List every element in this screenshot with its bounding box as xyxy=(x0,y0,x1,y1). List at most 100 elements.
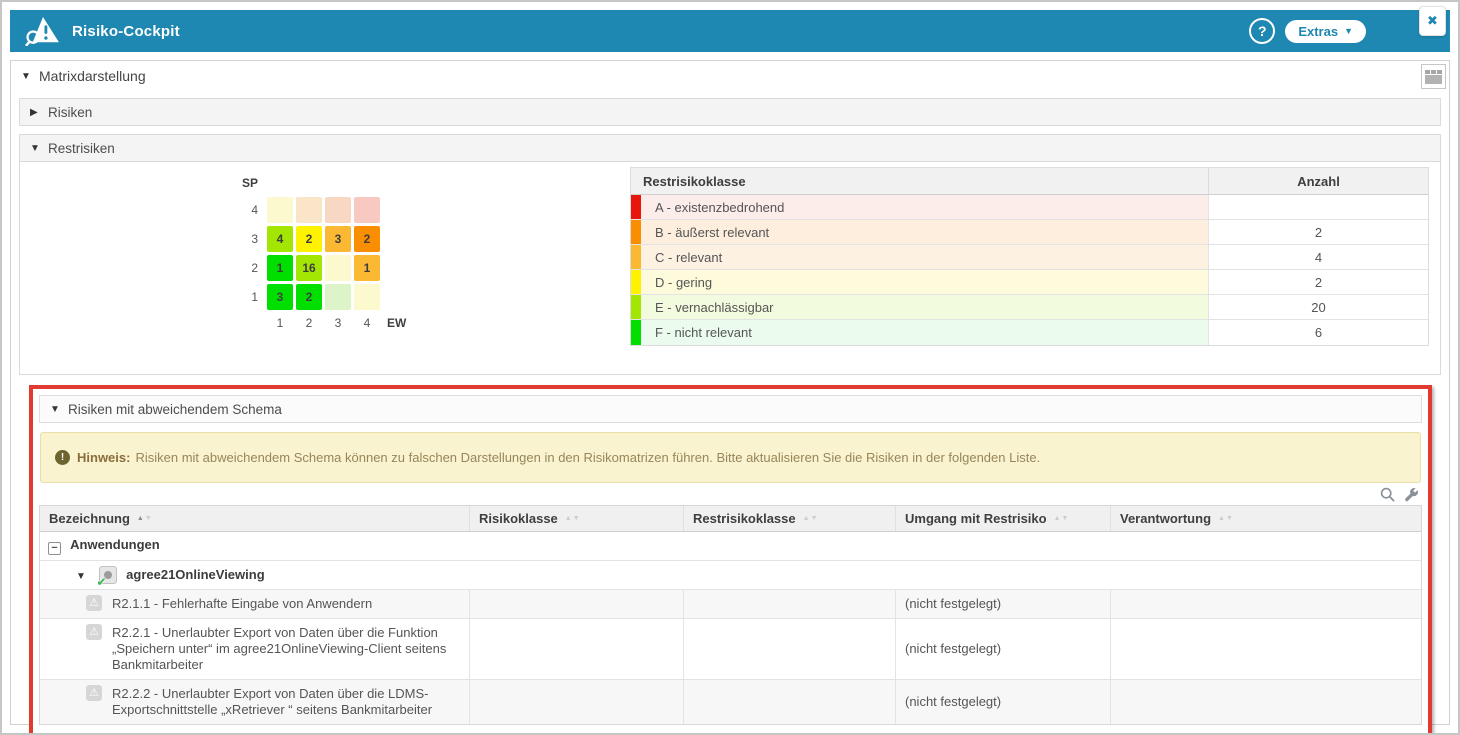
expand-triangle-icon: ▶ xyxy=(30,107,40,118)
hint-text: Risiken mit abweichendem Schema können z… xyxy=(135,450,1040,465)
risikoklasse-value xyxy=(469,590,683,618)
x-tick: 3 xyxy=(325,316,351,330)
subgroup-label: agree21OnlineViewing xyxy=(126,567,264,582)
app-window: Risiko-Cockpit ? Extras ▼ ✖ ▼ Matrixdars… xyxy=(0,0,1460,735)
restrisikoklasse-table: Restrisikoklasse Anzahl A - existenzbedr… xyxy=(630,167,1429,346)
matrix-cell xyxy=(325,197,351,223)
section-header-restrisiken[interactable]: ▼ Restrisiken xyxy=(19,134,1441,162)
hint-label: Hinweis: xyxy=(77,450,130,465)
matrix-cell[interactable]: 2 xyxy=(296,226,322,252)
risikoklasse-value xyxy=(469,619,683,679)
collapse-triangle-icon[interactable]: ▼ xyxy=(76,571,86,582)
close-button[interactable]: ✖ xyxy=(1419,6,1446,36)
matrix-layout-button[interactable] xyxy=(1421,64,1446,89)
section-header-abweichendes-schema[interactable]: ▼ Risiken mit abweichendem Schema xyxy=(39,395,1422,423)
hint-banner: ! Hinweis: Risiken mit abweichendem Sche… xyxy=(40,432,1421,483)
section-label: Restrisiken xyxy=(48,141,115,156)
class-count: 4 xyxy=(1208,245,1428,269)
class-label: B - äußerst relevant xyxy=(641,220,1208,244)
help-button[interactable]: ? xyxy=(1249,18,1275,44)
section-header-risiken[interactable]: ▶ Risiken xyxy=(19,98,1441,126)
matrix-grid-icon xyxy=(1425,70,1442,84)
caret-down-icon: ▼ xyxy=(1344,26,1353,36)
matrix-cell[interactable]: 3 xyxy=(325,226,351,252)
table-row: D - gering 2 xyxy=(631,270,1428,295)
risk-warning-icon: ⚠ xyxy=(86,595,102,611)
class-color-bar xyxy=(631,295,641,319)
class-color-bar xyxy=(631,320,641,345)
close-icon: ✖ xyxy=(1427,13,1438,29)
matrix-cell[interactable]: 1 xyxy=(267,255,293,281)
risk-row[interactable]: ⚠ R2.2.1 - Unerlaubter Export von Daten … xyxy=(40,619,1421,680)
wrench-icon[interactable] xyxy=(1404,487,1419,502)
risk-cockpit-logo-icon xyxy=(24,16,62,46)
class-color-bar xyxy=(631,245,641,269)
group-row-anwendungen[interactable]: − Anwendungen xyxy=(40,532,1421,561)
restrisikoklasse-value xyxy=(683,619,895,679)
x-axis: 1 2 3 4 EW xyxy=(242,316,406,330)
column-header-risikoklasse[interactable]: Risikoklasse ▲▼ xyxy=(469,506,683,531)
matrix-cell[interactable]: 16 xyxy=(296,255,322,281)
class-count: 2 xyxy=(1208,270,1428,294)
group-label: Anwendungen xyxy=(70,537,160,552)
verantwortung-value xyxy=(1110,680,1421,724)
matrix-row-sp2: 2 1 16 1 xyxy=(242,255,406,281)
sort-icons: ▲▼ xyxy=(565,515,581,522)
highlighted-section-red-border: ▼ Risiken mit abweichendem Schema ! Hinw… xyxy=(29,385,1432,735)
class-label: C - relevant xyxy=(641,245,1208,269)
class-color-bar xyxy=(631,220,641,244)
class-label: E - vernachlässigbar xyxy=(641,295,1208,319)
restrisikoklasse-value xyxy=(683,680,895,724)
search-icon[interactable] xyxy=(1380,487,1395,502)
restrisikoklasse-value xyxy=(683,590,895,618)
y-tick: 2 xyxy=(242,261,258,275)
matrix-cell xyxy=(325,284,351,310)
class-color-bar xyxy=(631,195,641,219)
matrixdarstellung-body: ▶ Risiken ▼ Restrisiken SP 4 xyxy=(11,91,1449,735)
collapse-minus-icon[interactable]: − xyxy=(48,542,61,555)
column-header-restrisikoklasse: Restrisikoklasse xyxy=(631,168,1208,194)
column-header-restrisikoklasse[interactable]: Restrisikoklasse ▲▼ xyxy=(683,506,895,531)
collapse-triangle-icon: ▼ xyxy=(30,143,40,154)
table-row: B - äußerst relevant 2 xyxy=(631,220,1428,245)
matrix-cell[interactable]: 1 xyxy=(354,255,380,281)
sort-icons: ▲▼ xyxy=(1218,515,1234,522)
risk-row[interactable]: ⚠ R2.2.2 - Unerlaubter Export von Daten … xyxy=(40,680,1421,724)
verantwortung-value xyxy=(1110,590,1421,618)
matrix-cell[interactable]: 4 xyxy=(267,226,293,252)
titlebar-actions: ? Extras ▼ xyxy=(1249,18,1436,44)
table-header-row: Restrisikoklasse Anzahl xyxy=(631,168,1428,195)
class-color-bar xyxy=(631,270,641,294)
matrix-cell[interactable]: 3 xyxy=(267,284,293,310)
class-count: 6 xyxy=(1208,320,1428,345)
risk-name: R2.1.1 - Fehlerhafte Eingabe von Anwende… xyxy=(112,596,372,612)
column-header-anzahl: Anzahl xyxy=(1208,168,1428,194)
info-exclamation-icon: ! xyxy=(55,450,70,465)
section-label: Risiken xyxy=(48,105,92,120)
column-header-umgang-mit-restrisiko[interactable]: Umgang mit Restrisiko ▲▼ xyxy=(895,506,1110,531)
class-label: D - gering xyxy=(641,270,1208,294)
subgroup-row-agree21onlineviewing[interactable]: ▼ ✔ agree21OnlineViewing xyxy=(40,561,1421,590)
column-header-verantwortung[interactable]: Verantwortung ▲▼ xyxy=(1110,506,1421,531)
matrixdarstellung-panel: ▼ Matrixdarstellung ▶ Risiken ▼ Restrisi… xyxy=(10,60,1450,725)
class-count: 20 xyxy=(1208,295,1428,319)
sort-icons: ▲▼ xyxy=(803,515,819,522)
matrix-cell[interactable]: 2 xyxy=(354,226,380,252)
section-header-matrixdarstellung[interactable]: ▼ Matrixdarstellung xyxy=(11,61,1417,91)
column-header-bezeichnung[interactable]: Bezeichnung ▲▼ xyxy=(40,506,469,531)
x-tick: 4 xyxy=(354,316,380,330)
matrix-cell xyxy=(296,197,322,223)
table-toolbar xyxy=(39,484,1422,505)
table-row: E - vernachlässigbar 20 xyxy=(631,295,1428,320)
risk-row[interactable]: ⚠ R2.1.1 - Fehlerhafte Eingabe von Anwen… xyxy=(40,590,1421,619)
page-title: Risiko-Cockpit xyxy=(72,23,180,40)
extras-label: Extras xyxy=(1298,24,1338,39)
risk-matrix: SP 4 3 4 2 3 2 xyxy=(242,176,406,333)
class-label: F - nicht relevant xyxy=(641,320,1208,345)
risk-warning-icon: ⚠ xyxy=(86,624,102,640)
application-icon: ✔ xyxy=(99,566,117,584)
extras-button[interactable]: Extras ▼ xyxy=(1285,20,1366,43)
matrix-cell[interactable]: 2 xyxy=(296,284,322,310)
matrix-cell xyxy=(354,197,380,223)
table-header-row: Bezeichnung ▲▼ Risikoklasse ▲▼ Restrisik… xyxy=(40,506,1421,532)
